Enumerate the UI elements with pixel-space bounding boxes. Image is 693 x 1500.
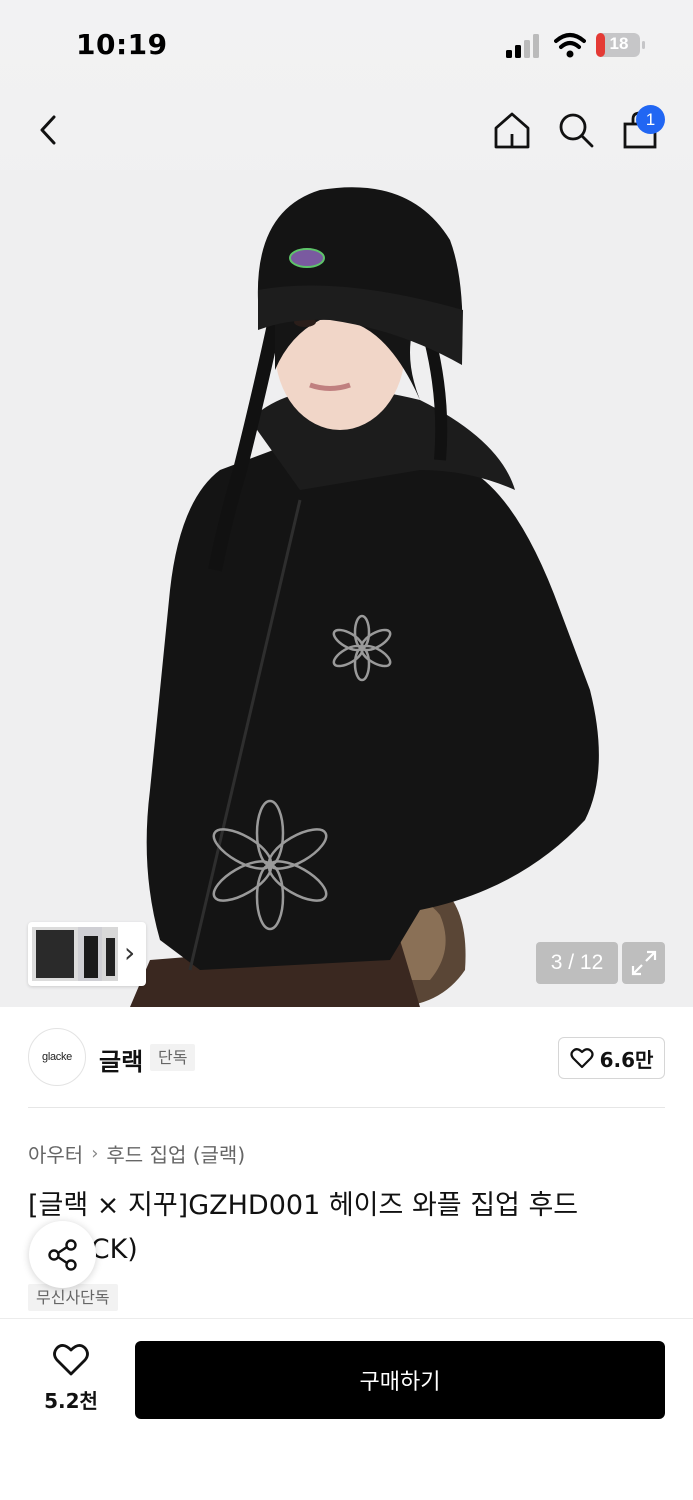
brand-exclusive-badge: 단독 (150, 1044, 196, 1071)
battery-indicator: 18 (596, 33, 646, 57)
brand-like-count: 6.6만 (599, 1047, 654, 1072)
expand-icon (631, 950, 656, 976)
heart-icon (569, 1048, 594, 1069)
breadcrumb-item-hood-zipup[interactable]: 후드 집업 (글랙) (106, 1139, 245, 1168)
status-bar: 10:19 18 (0, 0, 693, 90)
back-button[interactable] (26, 107, 72, 153)
divider (28, 1107, 665, 1108)
breadcrumb: 아우터 › 후드 집업 (글랙) (28, 1139, 245, 1168)
cart-badge: 1 (636, 105, 665, 134)
breadcrumb-item-outer[interactable]: 아우터 (28, 1139, 83, 1168)
wifi-icon (554, 33, 586, 58)
search-icon (559, 113, 594, 148)
buy-button[interactable]: 구매하기 (135, 1341, 665, 1419)
image-counter: 3 / 12 (536, 942, 618, 984)
share-icon (47, 1238, 77, 1271)
status-time: 10:19 (76, 28, 168, 61)
wishlist-button[interactable]: 5.2천 (30, 1343, 112, 1415)
search-button[interactable] (553, 107, 599, 153)
brand-like-button[interactable]: 6.6만 (558, 1037, 665, 1079)
heart-icon (53, 1344, 89, 1376)
bottom-action-bar: 5.2천 구매하기 (0, 1318, 693, 1500)
nav-bar (0, 95, 693, 165)
share-button[interactable] (29, 1221, 96, 1288)
musinsa-exclusive-badge: 무신사단독 (28, 1284, 118, 1311)
thumbnail-strip[interactable]: › (28, 922, 146, 986)
home-button[interactable] (489, 107, 535, 153)
expand-button[interactable] (622, 942, 665, 984)
signal-icon (506, 34, 539, 58)
brand-logo[interactable]: glacke (28, 1028, 86, 1086)
brand-name[interactable]: 글랙 (99, 1042, 143, 1077)
wishlist-count: 5.2천 (44, 1389, 98, 1413)
battery-level: 18 (609, 34, 629, 53)
chevron-left-icon (40, 115, 56, 145)
brand-row: glacke 글랙 단독 6.6만 (0, 1008, 693, 1108)
home-icon (494, 112, 530, 149)
chevron-right-icon: › (91, 1143, 99, 1164)
product-photo (0, 170, 693, 1007)
product-title: [글랙 × 지꾸]GZHD001 헤이즈 와플 집업 후드 (BLACK) (28, 1190, 579, 1265)
thumbnail-arrow: › (124, 936, 136, 969)
